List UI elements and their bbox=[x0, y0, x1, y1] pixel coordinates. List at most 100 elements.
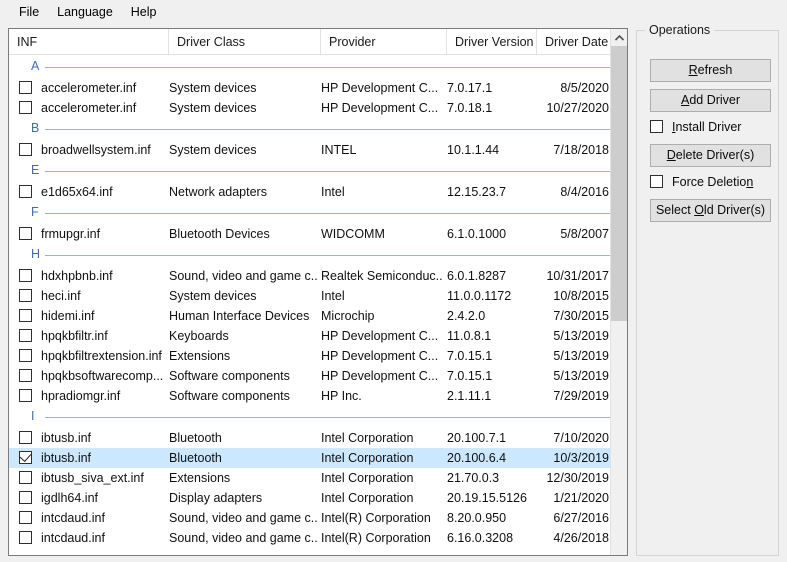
cell-driver-class: Software components bbox=[169, 389, 290, 403]
install-driver-checkbox-label: Install Driver bbox=[672, 120, 742, 134]
install-driver-checkbox-box[interactable] bbox=[650, 120, 663, 133]
row-checkbox[interactable] bbox=[19, 369, 32, 382]
cell-inf: ibtusb_siva_ext.inf bbox=[41, 471, 144, 485]
cell-driver-class: Extensions bbox=[169, 349, 231, 363]
cell-driver-date: 1/21/2020 bbox=[553, 491, 609, 505]
table-row[interactable]: frmupgr.inf Bluetooth Devices WIDCOMM 6.1.0… bbox=[9, 224, 627, 244]
table-row[interactable]: heci.inf System devices Intel 11.0.0.1172 10… bbox=[9, 286, 627, 306]
cell-driver-class: Sound, video and game c... bbox=[169, 269, 317, 283]
cell-provider: Intel(R) Corporation bbox=[321, 531, 431, 545]
cell-inf: accelerometer.inf bbox=[41, 81, 137, 95]
row-checkbox[interactable] bbox=[19, 531, 32, 544]
cell-driver-class: System devices bbox=[169, 289, 257, 303]
cell-driver-date: 12/30/2019 bbox=[546, 471, 609, 485]
cell-provider: HP Development C... bbox=[321, 81, 439, 95]
cell-driver-class: System devices bbox=[169, 101, 257, 115]
driver-list-rows[interactable]: Aaccelerometer.inf System devices HP Devel… bbox=[9, 56, 627, 555]
cell-provider: INTEL bbox=[321, 143, 357, 157]
row-checkbox[interactable] bbox=[19, 511, 32, 524]
row-checkbox[interactable] bbox=[19, 143, 32, 156]
cell-driver-date: 7/30/2015 bbox=[553, 309, 609, 323]
row-checkbox[interactable] bbox=[19, 269, 32, 282]
select-old-drivers-button[interactable]: Select Old Driver(s) bbox=[650, 199, 771, 222]
cell-driver-class: Extensions bbox=[169, 471, 231, 485]
force-deletion-checkbox-box[interactable] bbox=[650, 175, 663, 188]
cell-driver-class: Network adapters bbox=[169, 185, 267, 199]
add-driver-button-label: Add Driver bbox=[680, 93, 741, 107]
cell-inf: heci.inf bbox=[41, 289, 81, 303]
table-row[interactable]: e1d65x64.inf Network adapters Intel 12.15.2… bbox=[9, 182, 627, 202]
scroll-up-button[interactable] bbox=[611, 29, 627, 46]
row-checkbox[interactable] bbox=[19, 309, 32, 322]
column-header-provider[interactable]: Provider bbox=[321, 29, 447, 55]
sort-ascending-icon bbox=[87, 31, 98, 38]
cell-provider: HP Development C... bbox=[321, 329, 439, 343]
row-checkbox[interactable] bbox=[19, 349, 32, 362]
cell-provider: Intel bbox=[321, 185, 345, 199]
force-deletion-checkbox-label: Force Deletion bbox=[672, 175, 754, 189]
table-row[interactable]: ibtusb.inf Bluetooth Intel Corporation 20.1… bbox=[9, 448, 627, 468]
add-driver-button[interactable]: Add Driver bbox=[650, 89, 771, 112]
table-row[interactable]: hpradiomgr.inf Software components HP Inc.… bbox=[9, 386, 627, 406]
table-row[interactable]: hpqkbfiltr.inf Keyboards HP Development C.… bbox=[9, 326, 627, 346]
cell-driver-date: 7/18/2018 bbox=[553, 143, 609, 157]
row-checkbox[interactable] bbox=[19, 81, 32, 94]
table-row[interactable]: hidemi.inf Human Interface Devices Microch… bbox=[9, 306, 627, 326]
group-header-row: A bbox=[9, 56, 627, 78]
cell-driver-date: 4/26/2018 bbox=[553, 531, 609, 545]
vertical-scrollbar[interactable] bbox=[610, 29, 627, 555]
cell-provider: Intel bbox=[321, 289, 345, 303]
cell-driver-class: Sound, video and game c... bbox=[169, 511, 317, 525]
row-checkbox[interactable] bbox=[19, 329, 32, 342]
table-row[interactable]: hpqkbsoftwarecomp... Software components H… bbox=[9, 366, 627, 386]
column-header-driver-version[interactable]: Driver Version bbox=[447, 29, 537, 55]
table-row[interactable]: intcdaud.inf Sound, video and game c... In… bbox=[9, 528, 627, 548]
operations-legend: Operations bbox=[645, 23, 715, 37]
group-header-line bbox=[45, 255, 617, 256]
refresh-button[interactable]: Refresh bbox=[650, 59, 771, 82]
row-checkbox[interactable] bbox=[19, 471, 32, 484]
row-checkbox[interactable] bbox=[19, 491, 32, 504]
row-checkbox[interactable] bbox=[19, 389, 32, 402]
row-checkbox[interactable] bbox=[19, 431, 32, 444]
group-header-row: H bbox=[9, 244, 627, 266]
cell-driver-date: 8/4/2016 bbox=[560, 185, 609, 199]
menu-bar: File Language Help bbox=[0, 0, 787, 25]
table-row[interactable]: intcdaud.inf Sound, video and game c... In… bbox=[9, 508, 627, 528]
cell-driver-class: Bluetooth Devices bbox=[169, 227, 270, 241]
cell-driver-date: 10/3/2019 bbox=[553, 451, 609, 465]
row-checkbox[interactable] bbox=[19, 101, 32, 114]
group-header-line bbox=[45, 67, 617, 68]
cell-inf: intcdaud.inf bbox=[41, 511, 105, 525]
checkmark-icon bbox=[19, 449, 32, 463]
table-row[interactable]: broadwellsystem.inf System devices INTEL 10… bbox=[9, 140, 627, 160]
scrollbar-thumb[interactable] bbox=[611, 46, 627, 321]
group-header-row: E bbox=[9, 160, 627, 182]
row-checkbox[interactable] bbox=[19, 227, 32, 240]
row-checkbox[interactable] bbox=[19, 449, 32, 464]
group-header-letter: A bbox=[31, 59, 40, 73]
group-header-letter: H bbox=[31, 247, 41, 261]
delete-drivers-button[interactable]: Delete Driver(s) bbox=[650, 144, 771, 167]
cell-driver-date: 6/27/2016 bbox=[553, 511, 609, 525]
cell-provider: Microchip bbox=[321, 309, 375, 323]
row-checkbox[interactable] bbox=[19, 185, 32, 198]
menu-language[interactable]: Language bbox=[48, 3, 122, 22]
cell-provider: Intel Corporation bbox=[321, 451, 414, 465]
operations-group: Operations Refresh Add Driver Install Dr… bbox=[636, 23, 779, 556]
table-row[interactable]: igdlh64.inf Display adapters Intel Corpora… bbox=[9, 488, 627, 508]
column-header-driver-date[interactable]: Driver Date bbox=[537, 29, 610, 55]
column-header-driver-class[interactable]: Driver Class bbox=[169, 29, 321, 55]
table-row[interactable]: accelerometer.inf System devices HP Develo… bbox=[9, 98, 627, 118]
table-row[interactable]: ibtusb_siva_ext.inf Extensions Intel Corpo… bbox=[9, 468, 627, 488]
cell-inf: hidemi.inf bbox=[41, 309, 95, 323]
chevron-up-icon bbox=[615, 35, 624, 41]
table-row[interactable]: hpqkbfiltrextension.inf Extensions HP Deve… bbox=[9, 346, 627, 366]
table-row[interactable]: ibtusb.inf Bluetooth Intel Corporation 20.1… bbox=[9, 428, 627, 448]
table-row[interactable]: hdxhpbnb.inf Sound, video and game c... Re… bbox=[9, 266, 627, 286]
column-header-inf[interactable]: INF bbox=[9, 29, 169, 55]
menu-help[interactable]: Help bbox=[122, 3, 166, 22]
row-checkbox[interactable] bbox=[19, 289, 32, 302]
table-row[interactable]: accelerometer.inf System devices HP Develo… bbox=[9, 78, 627, 98]
menu-file[interactable]: File bbox=[10, 3, 48, 22]
